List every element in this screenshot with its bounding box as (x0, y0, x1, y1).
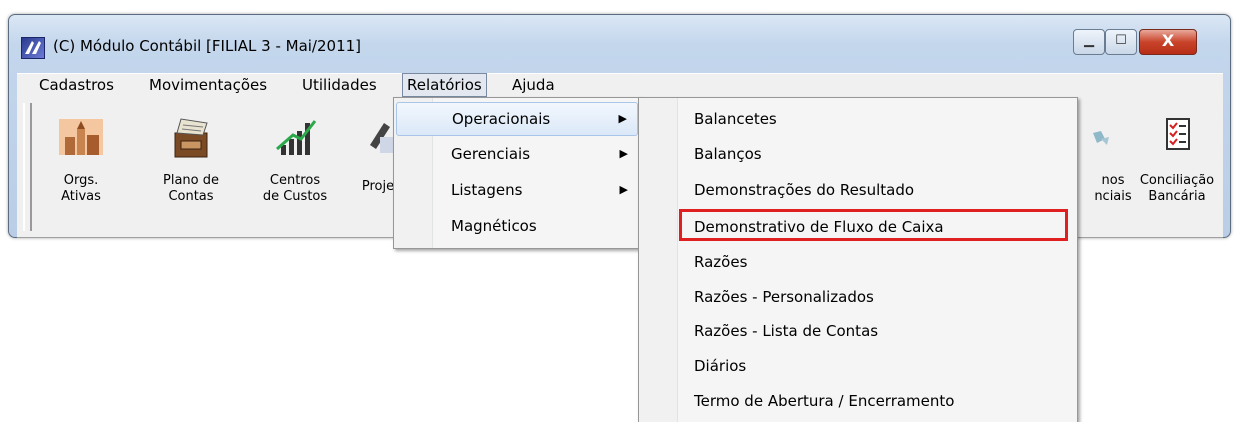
relatorios-dropdown: Operacionais ▶ Gerenciais ▶ Listagens ▶ … (393, 97, 641, 249)
toolbar-label: nos nciais (1094, 173, 1132, 204)
menu-item-diarios[interactable]: Diários (641, 349, 1075, 383)
maximize-icon: ☐ (1115, 33, 1127, 48)
menu-cadastros[interactable]: Cadastros (35, 74, 118, 96)
submenu-arrow-icon: ▶ (619, 147, 628, 160)
toolbar-label: Plano de Contas (163, 173, 219, 204)
toolbar-grip[interactable] (23, 103, 32, 231)
menu-bar: Cadastros Movimentações Utilidades Relat… (17, 73, 1223, 98)
checklist-icon (1153, 115, 1201, 159)
minimize-button[interactable]: ▁ (1073, 29, 1105, 55)
submenu-arrow-icon: ▶ (619, 183, 628, 196)
menu-item-balancos[interactable]: Balanços (641, 137, 1075, 171)
menu-item-listagens[interactable]: Listagens ▶ (396, 174, 638, 206)
toolbar-button-conciliacao-bancaria[interactable]: Conciliação Bancária (1135, 101, 1219, 231)
maximize-button[interactable]: ☐ (1105, 29, 1137, 55)
menu-movimentacoes[interactable]: Movimentações (145, 74, 271, 96)
menu-item-razoes[interactable]: Razões (641, 245, 1075, 279)
highlight-box (679, 209, 1068, 241)
close-icon: X (1161, 31, 1175, 50)
file-drawer-icon (167, 115, 215, 159)
menu-item-demonstracoes-do-resultado[interactable]: Demonstrações do Resultado (641, 173, 1075, 207)
toolbar-button-partial[interactable]: nos nciais (1085, 101, 1141, 231)
submenu-arrow-icon: ▶ (618, 112, 627, 125)
menu-item-magneticos[interactable]: Magnéticos (396, 210, 638, 242)
minimize-icon: ▁ (1084, 33, 1094, 48)
toolbar-button-plano-de-contas[interactable]: Plano de Contas (155, 101, 227, 231)
menu-ajuda[interactable]: Ajuda (508, 74, 559, 96)
buildings-icon (57, 115, 105, 159)
menu-item-termo-abertura-encerramento[interactable]: Termo de Abertura / Encerramento (641, 384, 1075, 418)
menu-item-razoes-personalizados[interactable]: Razões - Personalizados (641, 280, 1075, 314)
title-bar[interactable]: (C) Módulo Contábil [FILIAL 3 - Mai/2011… (9, 15, 1230, 61)
window-title: (C) Módulo Contábil [FILIAL 3 - Mai/2011… (53, 37, 362, 55)
menu-item-gerenciais[interactable]: Gerenciais ▶ (396, 138, 638, 170)
menu-relatorios[interactable]: Relatórios (402, 73, 487, 97)
menu-utilidades[interactable]: Utilidades (298, 74, 381, 96)
app-logo-icon (21, 37, 45, 59)
menu-item-operacionais[interactable]: Operacionais ▶ (396, 102, 638, 136)
operacionais-submenu: Balancetes Balanços Demonstrações do Res… (638, 97, 1078, 422)
toolbar-label: Conciliação Bancária (1139, 173, 1215, 204)
toolbar-button-centros-de-custos[interactable]: Centros de Custos (253, 101, 337, 231)
menu-item-razoes-lista-de-contas[interactable]: Razões - Lista de Contas (641, 314, 1075, 348)
close-button[interactable]: X (1139, 29, 1197, 55)
partial-icon (1089, 115, 1137, 159)
chart-growth-icon (271, 115, 319, 159)
toolbar-label: Orgs. Ativas (61, 173, 101, 204)
toolbar-label: Centros de Custos (262, 173, 328, 204)
toolbar-button-orgs-ativas[interactable]: Orgs. Ativas (45, 101, 117, 231)
menu-item-balancetes[interactable]: Balancetes (641, 102, 1075, 136)
